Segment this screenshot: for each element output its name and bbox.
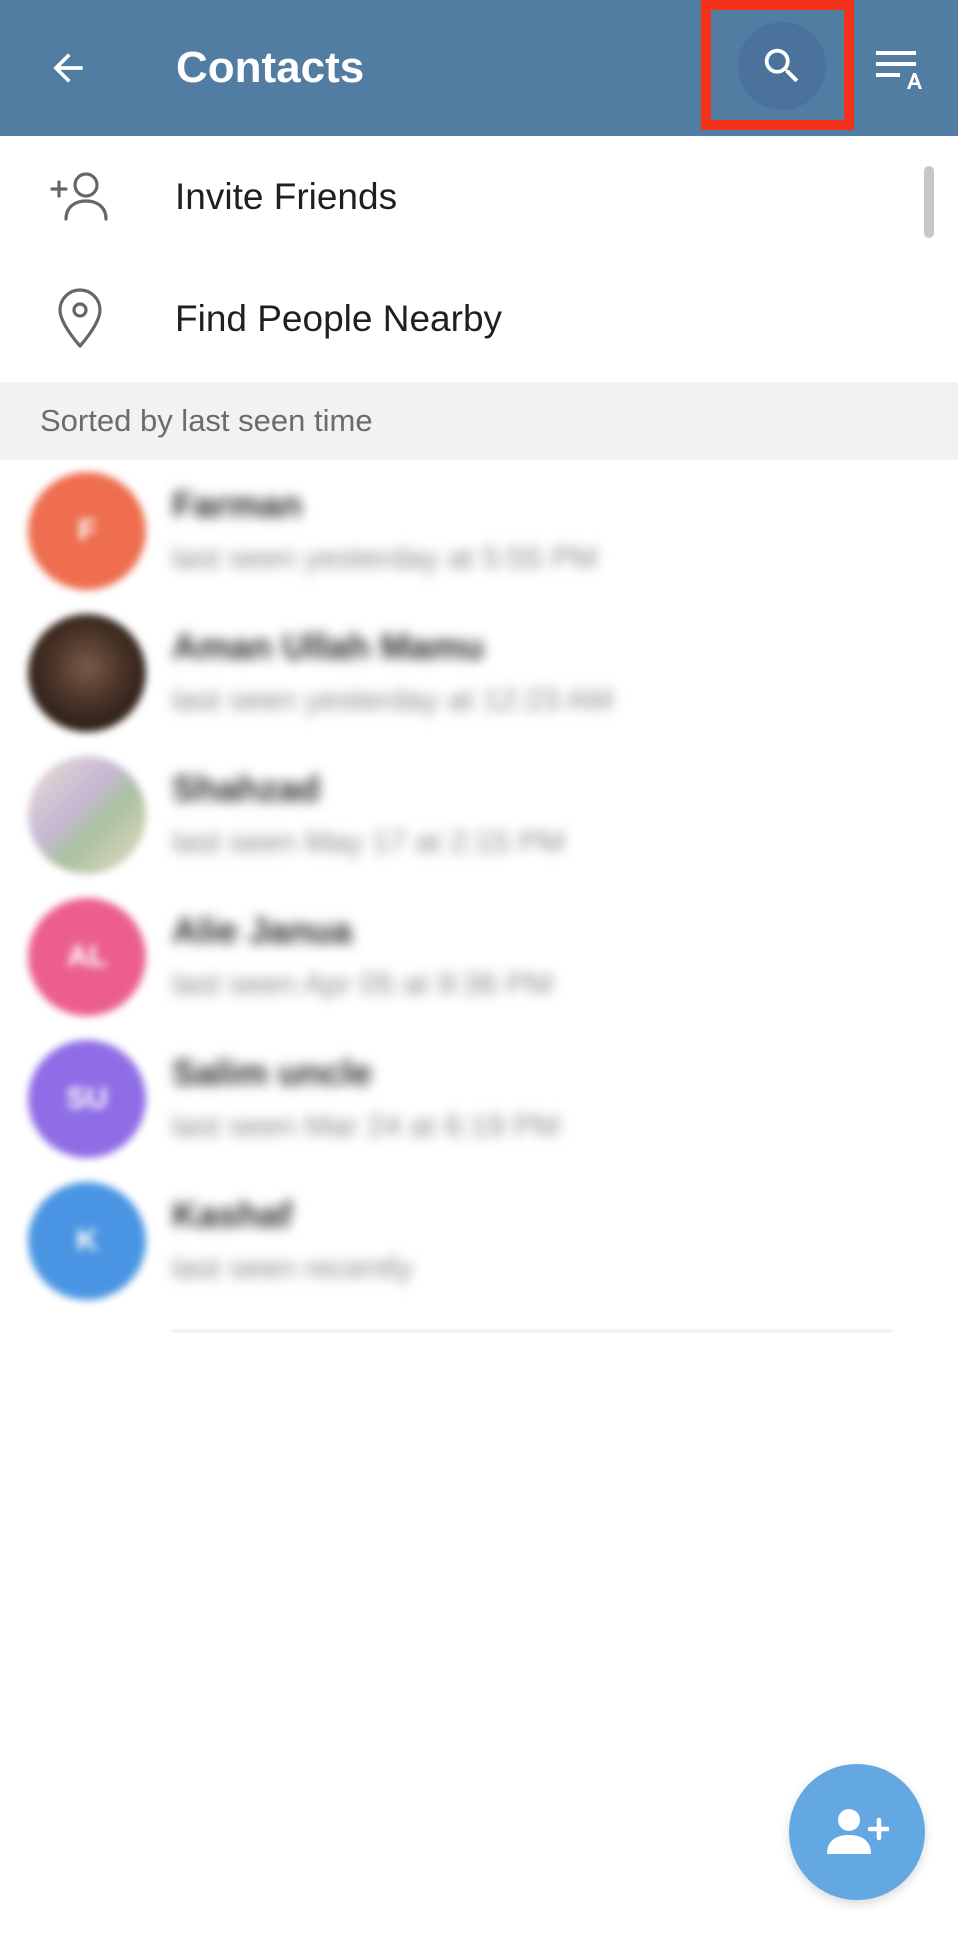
search-button[interactable]	[738, 22, 826, 110]
find-people-nearby-row[interactable]: Find People Nearby	[0, 258, 958, 380]
contact-name: Salim uncle	[172, 1052, 373, 1093]
contact-name: Alie Janua	[172, 910, 353, 951]
avatar: SU	[28, 1040, 146, 1158]
contact-status: last seen yesterday at 5:55 PM	[172, 540, 598, 575]
avatar: F	[28, 472, 146, 590]
contact-status: last seen May 17 at 2:15 PM	[172, 824, 565, 859]
avatar: AL	[28, 898, 146, 1016]
top-app-bar: Contacts	[0, 0, 958, 136]
avatar	[28, 614, 146, 732]
arrow-left-icon	[53, 53, 83, 83]
list-divider	[172, 1330, 892, 1332]
contact-row[interactable]: Aman Ullah Mamu last seen yesterday at 1…	[0, 602, 958, 744]
sort-button[interactable]	[858, 26, 942, 110]
avatar: K	[28, 1182, 146, 1300]
contact-name: Shahzad	[172, 768, 321, 809]
contact-row[interactable]: AL Alie Janua last seen Apr 05 at 9:36 P…	[0, 886, 958, 1028]
location-pin-icon	[44, 283, 116, 355]
contact-row[interactable]: Shahzad last seen May 17 at 2:15 PM	[0, 744, 958, 886]
back-button[interactable]	[30, 30, 106, 106]
scrollbar[interactable]	[924, 166, 934, 238]
section-header: Sorted by last seen time	[0, 382, 958, 460]
contact-status: last seen Apr 05 at 9:36 PM	[172, 966, 553, 1001]
invite-friends-label: Invite Friends	[175, 176, 398, 217]
contact-name: Kashaf	[172, 1194, 293, 1235]
avatar	[28, 756, 146, 874]
contacts-screen: Contacts Invite Friends Find People Near…	[0, 0, 958, 1933]
sort-alphabet-icon	[876, 51, 922, 89]
contact-status: last seen yesterday at 12:23 AM	[172, 682, 614, 717]
contact-status: last seen Mar 24 at 6:19 PM	[172, 1108, 560, 1143]
contact-name: Farman	[172, 484, 303, 525]
contact-row[interactable]: F Farman last seen yesterday at 5:55 PM	[0, 460, 958, 602]
add-person-icon	[44, 161, 116, 233]
find-people-nearby-label: Find People Nearby	[175, 298, 503, 339]
contact-row[interactable]: SU Salim uncle last seen Mar 24 at 6:19 …	[0, 1028, 958, 1170]
add-contact-icon	[827, 1809, 889, 1854]
page-title: Contacts	[176, 43, 365, 92]
search-icon	[764, 48, 799, 83]
add-contact-button[interactable]	[789, 1764, 925, 1900]
section-header-label: Sorted by last seen time	[40, 403, 373, 438]
invite-friends-row[interactable]: Invite Friends	[0, 136, 958, 258]
contact-status: last seen recently	[172, 1250, 414, 1285]
contact-row[interactable]: K Kashaf last seen recently	[0, 1170, 958, 1312]
contact-name: Aman Ullah Mamu	[172, 626, 485, 667]
